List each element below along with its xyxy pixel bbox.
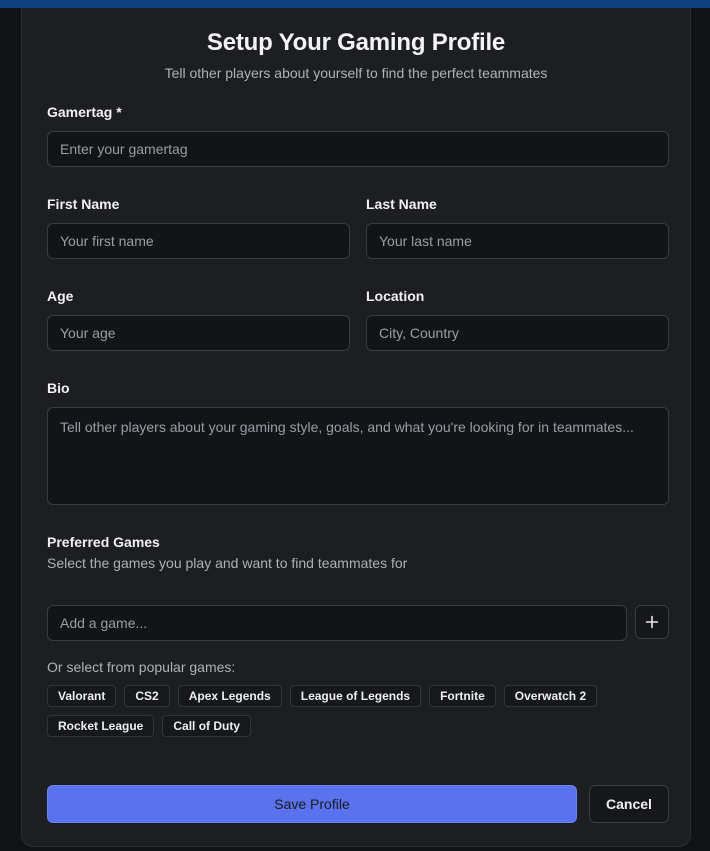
game-chip-apex-legends[interactable]: Apex Legends: [177, 685, 282, 707]
game-chip-call-of-duty[interactable]: Call of Duty: [162, 715, 252, 737]
game-chip-rocket-league[interactable]: Rocket League: [47, 715, 155, 737]
cancel-button[interactable]: Cancel: [589, 785, 669, 823]
popular-games-label: Or select from popular games:: [47, 659, 236, 675]
last-name-input[interactable]: [366, 223, 669, 259]
bio-label: Bio: [47, 380, 70, 396]
profile-setup-card: Setup Your Gaming Profile Tell other pla…: [21, 8, 691, 847]
location-input[interactable]: [366, 315, 669, 351]
plus-icon: [645, 615, 659, 629]
first-name-label: First Name: [47, 196, 120, 212]
game-chip-fortnite[interactable]: Fortnite: [429, 685, 496, 707]
age-label: Age: [47, 288, 74, 304]
top-accent-bar: [0, 0, 710, 8]
first-name-input[interactable]: [47, 223, 350, 259]
bio-textarea[interactable]: [47, 407, 669, 505]
game-chip-league-of-legends[interactable]: League of Legends: [289, 685, 422, 707]
gamertag-input[interactable]: [47, 131, 669, 167]
page-subtitle: Tell other players about yourself to fin…: [164, 65, 548, 81]
page-title: Setup Your Gaming Profile: [206, 29, 506, 56]
add-game-button[interactable]: [635, 605, 669, 639]
gamertag-label: Gamertag *: [47, 104, 122, 120]
game-chip-overwatch-2[interactable]: Overwatch 2: [503, 685, 598, 707]
add-game-input[interactable]: [47, 605, 627, 641]
game-chip-valorant[interactable]: Valorant: [47, 685, 117, 707]
popular-games-list: Valorant CS2 Apex Legends League of Lege…: [47, 685, 647, 737]
game-chip-cs2[interactable]: CS2: [124, 685, 170, 707]
preferred-games-heading: Preferred Games: [47, 534, 160, 550]
age-input[interactable]: [47, 315, 350, 351]
save-profile-button[interactable]: Save Profile: [47, 785, 577, 823]
location-label: Location: [366, 288, 425, 304]
last-name-label: Last Name: [366, 196, 437, 212]
preferred-games-description: Select the games you play and want to fi…: [47, 555, 408, 571]
